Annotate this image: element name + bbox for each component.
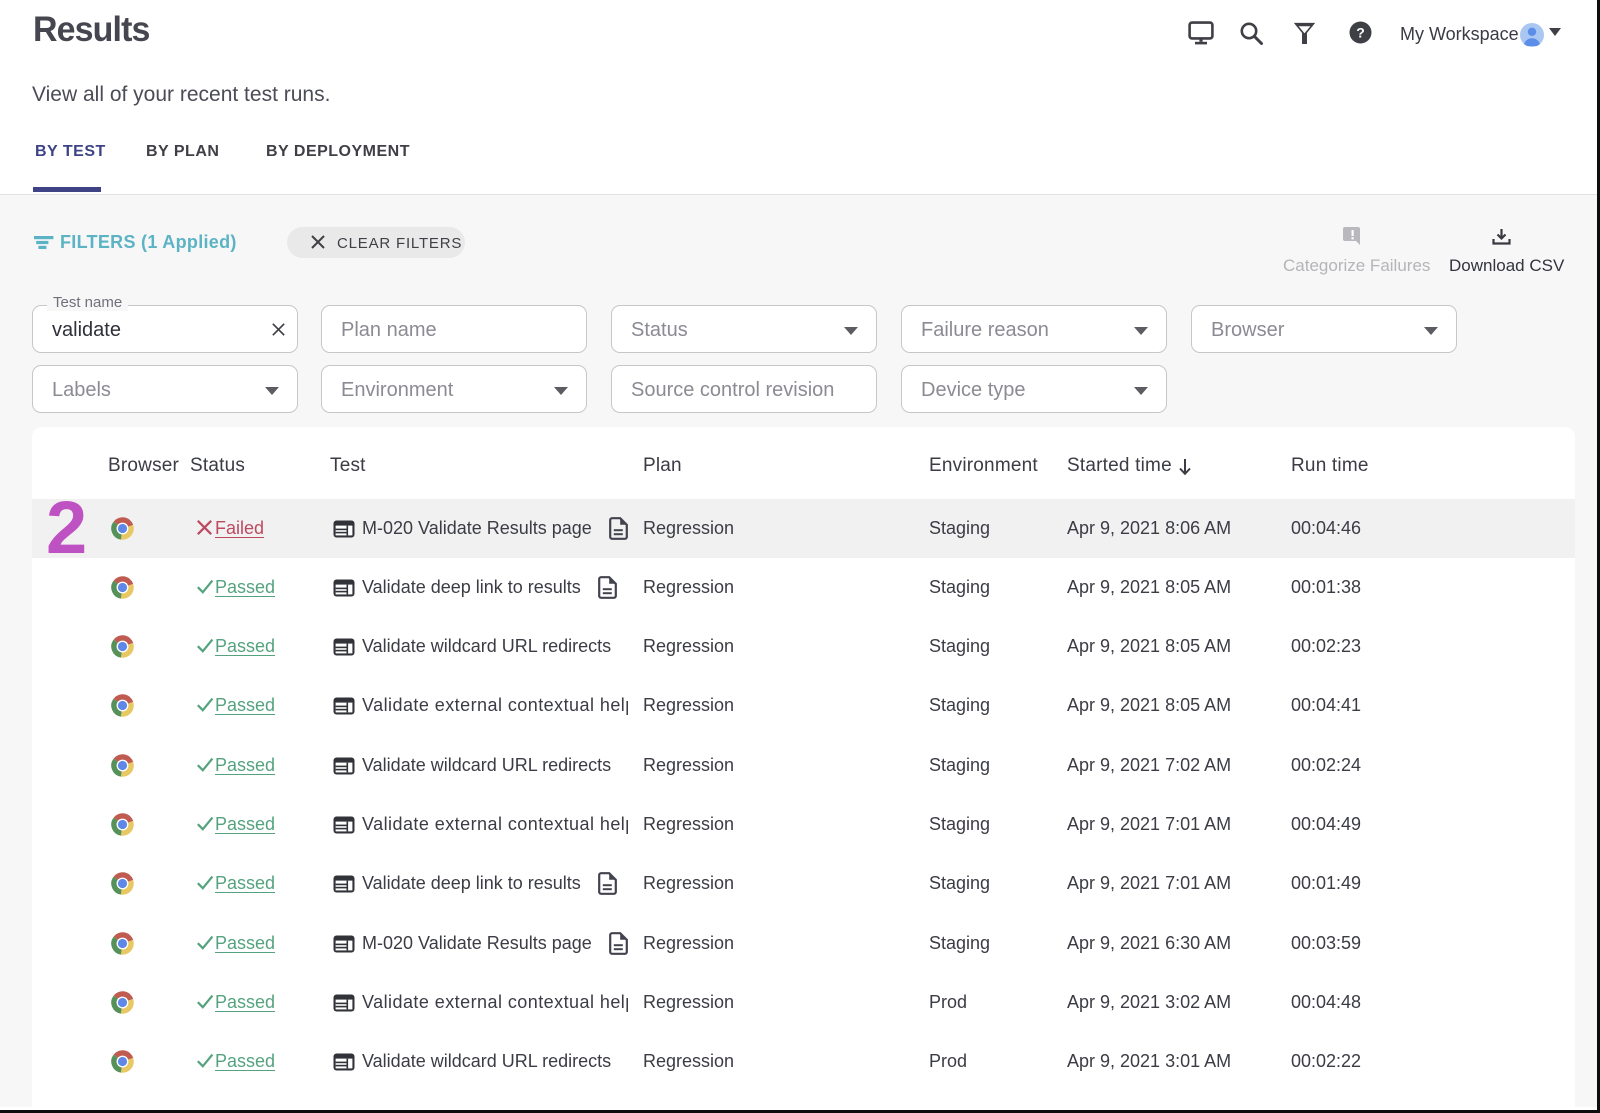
svg-text:?: ? xyxy=(1356,25,1365,41)
